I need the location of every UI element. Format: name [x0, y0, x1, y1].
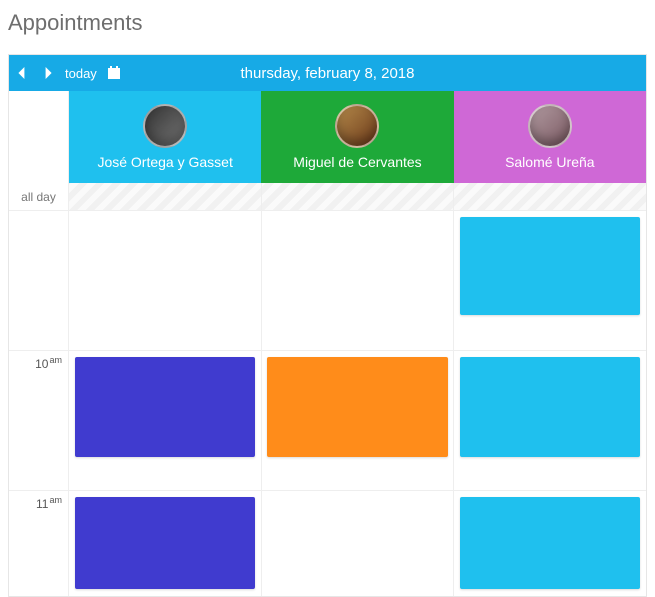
time-label [9, 211, 69, 350]
chevron-right-icon [42, 67, 54, 79]
resource-header: José Ortega y Gasset Miguel de Cervantes… [9, 91, 646, 183]
header-gutter [9, 91, 69, 183]
resource-column-0[interactable]: José Ortega y Gasset [69, 91, 261, 183]
avatar [335, 104, 379, 148]
scheduler: today thursday, february 8, 2018 José Or… [8, 54, 647, 597]
appointment-block[interactable] [75, 497, 255, 589]
appointment-block[interactable] [75, 357, 255, 457]
appointment-block[interactable] [460, 497, 640, 589]
allday-cell[interactable] [69, 183, 262, 210]
avatar [528, 104, 572, 148]
appointment-block[interactable] [460, 217, 640, 315]
toolbar: today thursday, february 8, 2018 [9, 55, 646, 91]
events-layer [69, 211, 646, 596]
calendar-button[interactable] [101, 66, 127, 80]
allday-cell[interactable] [262, 183, 455, 210]
time-label: 10am [9, 351, 69, 490]
prev-button[interactable] [9, 55, 35, 91]
resource-name: José Ortega y Gasset [97, 154, 232, 170]
event-column-2 [454, 211, 646, 596]
allday-row: all day [9, 183, 646, 211]
resource-name: Miguel de Cervantes [293, 154, 421, 170]
page-title: Appointments [0, 0, 655, 54]
time-grid: 10am 11am [9, 211, 646, 596]
avatar [143, 104, 187, 148]
resource-column-2[interactable]: Salomé Ureña [454, 91, 646, 183]
today-button[interactable]: today [61, 66, 101, 81]
resource-name: Salomé Ureña [505, 154, 595, 170]
chevron-left-icon [16, 67, 28, 79]
event-column-0 [69, 211, 261, 596]
next-button[interactable] [35, 55, 61, 91]
appointment-block[interactable] [460, 357, 640, 457]
allday-cell[interactable] [454, 183, 646, 210]
allday-label: all day [9, 183, 69, 210]
calendar-icon [107, 66, 121, 80]
event-column-1 [261, 211, 453, 596]
appointment-block[interactable] [267, 357, 447, 457]
date-label: thursday, february 8, 2018 [241, 65, 415, 82]
resource-column-1[interactable]: Miguel de Cervantes [261, 91, 453, 183]
time-label: 11am [9, 491, 69, 596]
